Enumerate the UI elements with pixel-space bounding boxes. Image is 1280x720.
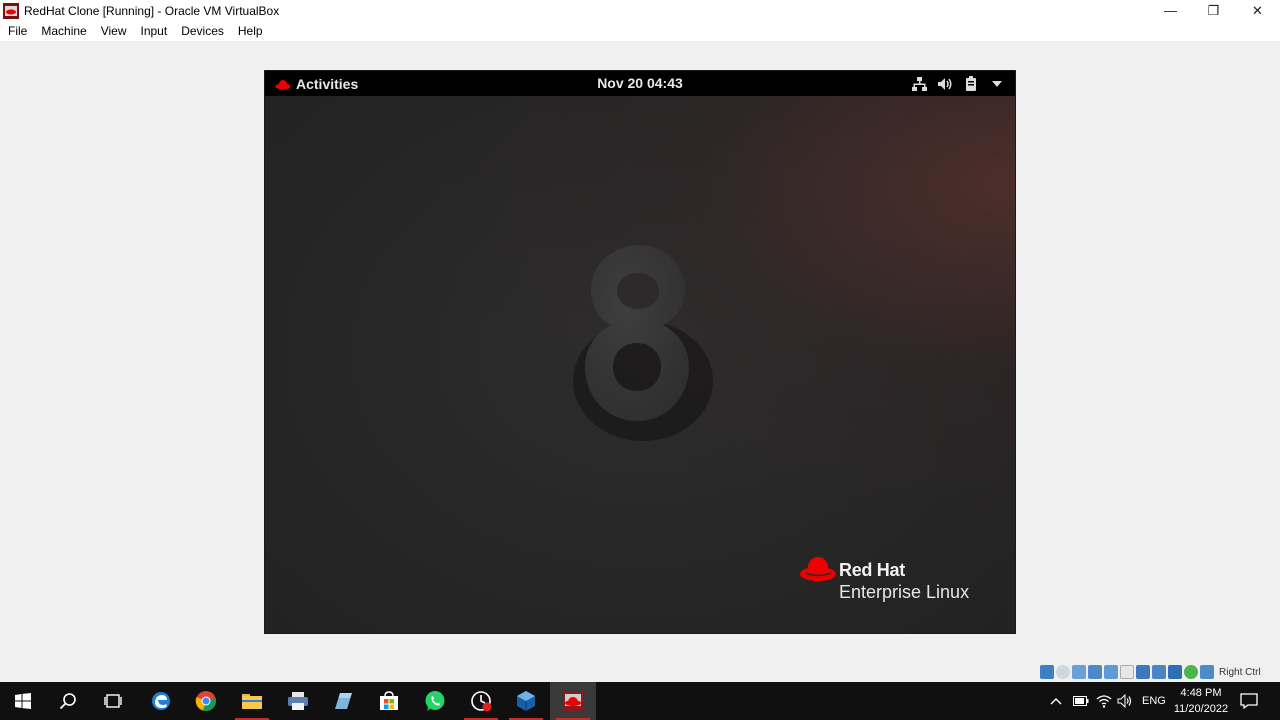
menu-input[interactable]: Input	[134, 24, 175, 38]
keyboard-icon[interactable]	[1200, 665, 1214, 679]
window-title: RedHat Clone [Running] - Oracle VM Virtu…	[24, 3, 280, 18]
redhat-logo-icon	[800, 557, 836, 581]
rhel-8-emblem	[573, 245, 713, 441]
volume-tray-button[interactable]	[1117, 682, 1133, 720]
taskbar-store[interactable]	[366, 682, 412, 720]
vbox-status-bar: Right Ctrl	[1040, 664, 1261, 680]
guest-screen[interactable]: Activities Nov 20 04:43 Red Hat Enterpri…	[265, 71, 1015, 633]
taskbar-virtualbox[interactable]	[503, 682, 549, 720]
usb-icon[interactable]	[1104, 665, 1118, 679]
menu-file[interactable]: File	[0, 24, 34, 38]
virtualbox-icon	[517, 691, 535, 711]
task-view-button[interactable]	[90, 682, 136, 720]
taskbar-date: 11/20/2022	[1173, 703, 1229, 715]
mouse-integration-icon[interactable]	[1184, 665, 1198, 679]
redhat-vm-icon	[563, 691, 583, 711]
store-icon	[380, 691, 398, 710]
taskbar-clock[interactable]: 4:48 PM 11/20/2022	[1168, 682, 1234, 720]
taskbar-redhat-vm[interactable]	[550, 682, 596, 720]
chevron-up-icon	[1050, 698, 1062, 705]
wifi-tray-button[interactable]	[1096, 682, 1112, 720]
taskbar-printer-app[interactable]	[275, 682, 321, 720]
file-explorer-icon	[242, 694, 262, 709]
optical-drive-icon[interactable]	[1056, 665, 1070, 679]
brand-line-1: Red Hat	[839, 560, 905, 580]
close-button[interactable]: ✕	[1235, 0, 1280, 21]
language-indicator[interactable]: ENG	[1142, 682, 1166, 720]
search-icon	[59, 693, 76, 710]
battery-icon[interactable]	[963, 76, 979, 92]
host-key-label: Right Ctrl	[1219, 666, 1261, 678]
taskbar-whatsapp[interactable]	[412, 682, 458, 720]
restore-button[interactable]: ❐	[1191, 0, 1236, 21]
menu-devices[interactable]: Devices	[174, 24, 231, 38]
recorder-app-icon	[471, 691, 492, 712]
search-button[interactable]	[45, 682, 91, 720]
taskbar-edge[interactable]	[138, 682, 184, 720]
taskbar-file-explorer[interactable]	[229, 682, 275, 720]
notepad-app-icon	[335, 693, 352, 709]
system-tray[interactable]	[911, 71, 1005, 96]
network-icon[interactable]	[911, 76, 927, 92]
taskbar-time: 4:48 PM	[1180, 687, 1222, 699]
start-icon	[15, 693, 31, 709]
printer-app-icon	[288, 692, 308, 710]
windows-taskbar: ENG 4:48 PM 11/20/2022	[0, 682, 1280, 720]
brand-line-2: Enterprise Linux	[839, 582, 970, 602]
speaker-icon	[1117, 694, 1132, 708]
menu-help[interactable]: Help	[231, 24, 270, 38]
menu-view[interactable]: View	[94, 24, 134, 38]
menu-bar: File Machine View Input Devices Help	[0, 21, 1280, 41]
date-time[interactable]: Nov 20 04:43	[265, 71, 1015, 96]
task-view-icon	[104, 694, 122, 708]
chrome-icon	[195, 691, 216, 711]
hard-disk-icon[interactable]	[1040, 665, 1054, 679]
taskbar-recorder-app[interactable]	[458, 682, 504, 720]
video-capture-icon[interactable]	[1152, 665, 1166, 679]
notifications-button[interactable]	[1240, 682, 1258, 720]
display-icon[interactable]	[1136, 665, 1150, 679]
minimize-button[interactable]: —	[1148, 0, 1193, 21]
virtualbox-window-icon	[3, 2, 19, 19]
vt-x-icon[interactable]	[1168, 665, 1182, 679]
notification-icon	[1240, 693, 1258, 709]
battery-tray-icon	[1073, 696, 1089, 706]
network-adapter-icon[interactable]	[1088, 665, 1102, 679]
taskbar-notepad-app[interactable]	[320, 682, 366, 720]
volume-icon[interactable]	[937, 76, 953, 92]
shared-folders-icon[interactable]	[1120, 665, 1134, 679]
start-button[interactable]	[0, 682, 46, 720]
taskbar-chrome[interactable]	[183, 682, 229, 720]
battery-tray-button[interactable]	[1073, 682, 1089, 720]
audio-icon[interactable]	[1072, 665, 1086, 679]
dropdown-arrow-icon[interactable]	[989, 76, 1005, 92]
wifi-icon	[1096, 695, 1112, 708]
whatsapp-icon	[425, 691, 445, 711]
menu-machine[interactable]: Machine	[34, 24, 93, 38]
redhat-brand-text: Red Hat Enterprise Linux	[839, 559, 969, 603]
gnome-top-bar: Activities Nov 20 04:43	[265, 71, 1015, 96]
edge-icon	[152, 692, 170, 710]
window-titlebar: RedHat Clone [Running] - Oracle VM Virtu…	[0, 0, 1280, 21]
show-hidden-icons-button[interactable]	[1050, 682, 1062, 720]
